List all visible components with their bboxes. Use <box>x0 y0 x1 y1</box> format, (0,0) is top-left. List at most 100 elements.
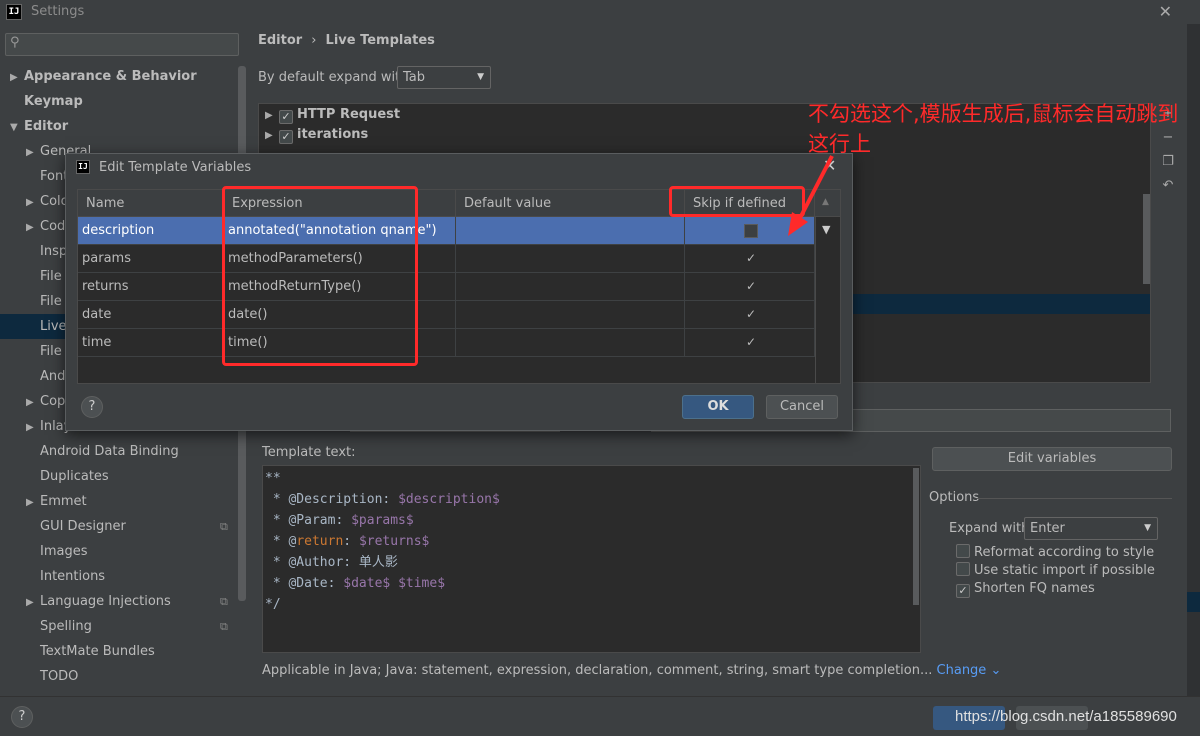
table-row[interactable]: description annotated("annotation qname") <box>78 217 815 245</box>
skip-if-defined-checkbox[interactable]: ✓ <box>744 308 758 322</box>
options-label: Options <box>929 490 980 505</box>
dialog-cancel-button[interactable]: Cancel <box>766 395 838 419</box>
code-line: * @Description: $description$ <box>265 492 500 507</box>
template-group-label: HTTP Request <box>297 107 401 122</box>
checkbox[interactable]: ✓ <box>279 110 293 124</box>
checkbox[interactable]: ✓ <box>956 584 970 598</box>
skip-if-defined-checkbox[interactable]: ✓ <box>744 252 758 266</box>
chevron-down-icon[interactable]: ▼ <box>10 115 24 140</box>
table-row[interactable]: params methodParameters() ✓ <box>78 245 815 273</box>
sidebar-item[interactable]: ▶ Appearance & Behavior <box>10 64 197 89</box>
chevron-right-icon[interactable]: ▶ <box>26 390 40 415</box>
sidebar-item-label: Editor <box>24 119 69 134</box>
expand-arrow-icon[interactable]: ▶ <box>265 106 279 126</box>
sidebar-item-label: Images <box>40 544 88 559</box>
chevron-right-icon[interactable]: ▶ <box>10 65 24 90</box>
checkbox[interactable] <box>956 544 970 558</box>
template-list-scrollbar[interactable] <box>1143 194 1150 284</box>
cell-name[interactable]: description <box>78 217 224 245</box>
sidebar-item-label: Spelling <box>40 619 92 634</box>
sidebar-item[interactable]: Intentions <box>26 564 105 589</box>
app-logo-icon: IJ <box>6 4 22 20</box>
code-line: * @return: $returns$ <box>265 534 430 549</box>
sidebar-item[interactable]: Duplicates <box>26 464 109 489</box>
cell-default[interactable] <box>456 245 685 273</box>
table-scrollbar[interactable]: ▲ ▼ <box>815 197 840 383</box>
sidebar-item[interactable]: ▼ Editor <box>10 114 68 139</box>
window-close-icon[interactable]: ✕ <box>1159 2 1172 21</box>
table-row[interactable]: time time() ✓ <box>78 329 815 357</box>
chevron-right-icon[interactable]: ▶ <box>26 415 40 440</box>
chevron-right-icon[interactable]: ▶ <box>26 140 40 165</box>
table-row[interactable]: date date() ✓ <box>78 301 815 329</box>
breadcrumb-parent[interactable]: Editor <box>258 33 302 48</box>
help-button[interactable]: ? <box>11 706 33 728</box>
chevron-right-icon[interactable]: ▶ <box>26 590 40 615</box>
search-icon: ⚲ <box>10 35 20 50</box>
chevron-right-icon[interactable]: ▶ <box>26 490 40 515</box>
expression-column-highlight <box>222 186 418 366</box>
chevron-right-icon[interactable]: ▶ <box>26 215 40 240</box>
checkbox[interactable] <box>956 562 970 576</box>
project-settings-icon: ⧉ <box>220 520 228 533</box>
template-text-label: Template text: <box>262 445 356 460</box>
skip-if-defined-checkbox[interactable]: ✓ <box>744 336 758 350</box>
project-settings-icon: ⧉ <box>220 595 228 608</box>
cell-name[interactable]: date <box>78 301 224 329</box>
options-expand-select[interactable]: Enter ▼ <box>1024 517 1158 540</box>
cell-default[interactable] <box>456 217 685 245</box>
dialog-ok-button[interactable]: OK <box>682 395 754 419</box>
chevron-right-icon[interactable]: ▶ <box>26 190 40 215</box>
template-group-iterations[interactable]: ▶ ✓ iterations <box>265 125 368 145</box>
skip-if-defined-checkbox[interactable] <box>744 224 758 238</box>
cell-default[interactable] <box>456 329 685 357</box>
sidebar-item[interactable]: TODO <box>26 664 78 689</box>
sidebar-item[interactable]: ▶ Language Injections <box>26 589 171 614</box>
edit-variables-button[interactable]: Edit variables <box>932 447 1172 471</box>
applicable-text: Applicable in Java; Java: statement, exp… <box>262 663 933 678</box>
cell-name[interactable]: returns <box>78 273 224 301</box>
sidebar-item[interactable]: GUI Designer <box>26 514 126 539</box>
cell-default[interactable] <box>456 301 685 329</box>
editor-scrollbar[interactable] <box>913 468 919 605</box>
search-input[interactable]: ⚲ <box>5 33 239 56</box>
column-header-name[interactable]: Name <box>78 190 224 217</box>
background-window-edge <box>1187 24 1200 696</box>
template-text-editor[interactable]: ** * @Description: $description$ * @Para… <box>262 465 921 653</box>
options-expand-label: Expand with <box>949 521 1030 536</box>
cell-default[interactable] <box>456 273 685 301</box>
sidebar-item[interactable]: Android Data Binding <box>26 439 179 464</box>
sidebar-item[interactable]: Font <box>26 164 68 189</box>
options-expand-value: Enter <box>1030 521 1065 536</box>
table-row[interactable]: returns methodReturnType() ✓ <box>78 273 815 301</box>
sidebar-item[interactable]: Images <box>26 539 88 564</box>
column-header-default-value[interactable]: Default value <box>456 190 685 217</box>
checkbox-label: Use static import if possible <box>974 563 1155 578</box>
shorten-fq-checkbox[interactable]: ✓ Shorten FQ names <box>956 580 1095 598</box>
sidebar-item-label: Language Injections <box>40 594 171 609</box>
annotation-text: 不勾选这个,模版生成后,鼠标会自动跳到这行上 <box>808 102 1179 156</box>
change-link[interactable]: Change <box>937 663 987 678</box>
dialog-help-button[interactable]: ? <box>81 396 103 418</box>
expand-arrow-icon[interactable]: ▶ <box>265 126 279 146</box>
cell-name[interactable]: params <box>78 245 224 273</box>
code-line: * @Date: $date$ $time$ <box>265 576 446 591</box>
edge-selection <box>1187 592 1200 612</box>
options-divider <box>977 498 1172 499</box>
template-group-label: iterations <box>297 127 369 142</box>
sidebar-item[interactable]: Spelling <box>26 614 92 639</box>
expand-select-value: Tab <box>403 70 426 85</box>
cell-name[interactable]: time <box>78 329 224 357</box>
template-group-http-request[interactable]: ▶ ✓ HTTP Request <box>265 105 400 125</box>
undo-icon[interactable]: ↶ <box>1159 178 1177 202</box>
expand-label: By default expand with <box>258 70 409 85</box>
sidebar-item[interactable]: TextMate Bundles <box>26 639 155 664</box>
checkbox[interactable]: ✓ <box>279 130 293 144</box>
reformat-checkbox[interactable]: Reformat according to style <box>956 544 1154 562</box>
static-import-checkbox[interactable]: Use static import if possible <box>956 562 1155 580</box>
skip-if-defined-checkbox[interactable]: ✓ <box>744 280 758 294</box>
sidebar-item[interactable]: ▶ Emmet <box>26 489 87 514</box>
sidebar-item[interactable]: Keymap <box>10 89 83 114</box>
title-bar: IJ Settings ✕ <box>0 0 1200 24</box>
expand-select[interactable]: Tab ▼ <box>397 66 491 89</box>
